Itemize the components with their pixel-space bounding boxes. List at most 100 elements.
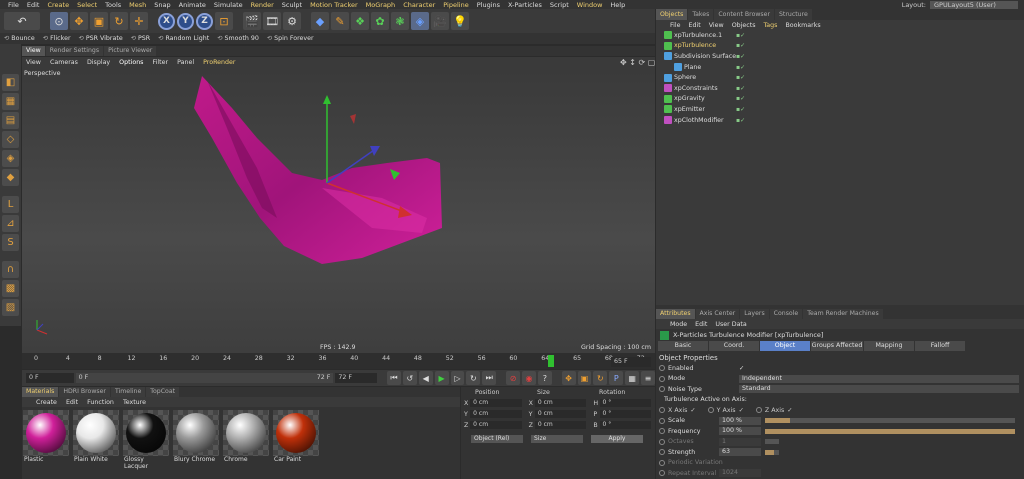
object-row[interactable]: xpEmitter ▪✓ xyxy=(656,104,1024,115)
timeline-end-field[interactable]: 65 F xyxy=(611,357,651,367)
menu-help[interactable]: Help xyxy=(606,1,629,9)
mat-menu-edit[interactable]: Edit xyxy=(66,399,78,406)
coord-position-field[interactable]: 0 cm xyxy=(470,410,522,418)
coord-rotation-field[interactable]: 0 ° xyxy=(599,410,652,418)
playhead[interactable] xyxy=(548,355,554,367)
vp-menu-prorender[interactable]: ProRender xyxy=(203,59,235,66)
subtab-coord[interactable]: Coord. xyxy=(709,341,759,351)
shortcut-random-light[interactable]: Random Light xyxy=(158,35,209,42)
shortcut-flicker[interactable]: Flicker xyxy=(43,35,70,42)
coord-size-dropdown[interactable]: Size xyxy=(531,435,583,443)
coord-size-field[interactable]: 0 cm xyxy=(534,410,587,418)
material-item[interactable]: Chrome xyxy=(223,410,269,470)
menu-file[interactable]: File xyxy=(4,1,23,9)
preview-range-slider[interactable]: 0 F 72 F xyxy=(75,373,334,383)
scene-object-icon[interactable]: ◈ xyxy=(411,12,429,30)
lock-workplane-icon[interactable]: ▨ xyxy=(2,299,19,316)
z-axis-checkbox[interactable]: ✓ xyxy=(787,407,792,414)
shortcut-bounce[interactable]: Bounce xyxy=(4,35,35,42)
mat-menu-create[interactable]: Create xyxy=(36,399,57,406)
menu-tools[interactable]: Tools xyxy=(101,1,125,9)
shortcut-psr-vibrate[interactable]: PSR Vibrate xyxy=(79,35,123,42)
scale-field[interactable]: 100 % xyxy=(719,416,761,425)
rotate-tool-icon[interactable]: ↻ xyxy=(110,12,128,30)
subtab-falloff[interactable]: Falloff xyxy=(915,341,965,351)
material-item[interactable]: Plain White xyxy=(73,410,119,470)
menu-create[interactable]: Create xyxy=(43,1,73,9)
workplane-icon[interactable]: ▤ xyxy=(2,112,19,129)
object-row[interactable]: Subdivision Surface ▪✓ xyxy=(656,51,1024,62)
material-item[interactable]: Plastic xyxy=(23,410,69,470)
record-keys-icon[interactable]: ⊘ xyxy=(506,371,521,385)
tab-takes[interactable]: Takes xyxy=(688,9,714,20)
object-row[interactable]: xpConstraints ▪✓ xyxy=(656,83,1024,94)
octaves-slider[interactable] xyxy=(765,439,779,445)
object-row[interactable]: xpTurbulence ▪✓ xyxy=(656,41,1024,52)
shortcut-spin-forever[interactable]: Spin Forever xyxy=(267,35,314,42)
menu-snap[interactable]: Snap xyxy=(150,1,174,9)
render-view-icon[interactable]: 🎬 xyxy=(243,12,261,30)
timeline-menu-icon[interactable]: ≡ xyxy=(641,371,655,385)
key-position-icon[interactable]: ✥ xyxy=(561,371,576,385)
object-visibility-checks[interactable]: ▪✓ xyxy=(736,42,745,49)
tab-view[interactable]: View xyxy=(22,46,45,56)
next-frame-icon[interactable]: ▷ xyxy=(450,371,465,385)
mode-dropdown[interactable]: Independent xyxy=(739,374,1019,383)
menu-x-particles[interactable]: X-Particles xyxy=(504,1,546,9)
tab-team-render[interactable]: Team Render Machines xyxy=(803,309,883,319)
obj-menu-objects[interactable]: Objects xyxy=(732,22,756,29)
menu-select[interactable]: Select xyxy=(73,1,101,9)
camera-icon[interactable]: 🎥 xyxy=(431,12,449,30)
tab-render-settings[interactable]: Render Settings xyxy=(45,46,104,56)
auto-key-icon[interactable]: ◉ xyxy=(522,371,536,385)
vp-menu-options[interactable]: Options xyxy=(119,59,143,66)
material-item[interactable]: Blury Chrome xyxy=(173,410,219,470)
strength-field[interactable]: 63 xyxy=(719,448,761,457)
vp-menu-filter[interactable]: Filter xyxy=(152,59,168,66)
vp-menu-display[interactable]: Display xyxy=(87,59,110,66)
pen-spline-icon[interactable]: ✎ xyxy=(331,12,349,30)
menu-window[interactable]: Window xyxy=(573,1,607,9)
attr-menu-user-data[interactable]: User Data xyxy=(715,321,746,328)
play-icon[interactable]: ▶ xyxy=(434,371,449,385)
coord-rotation-field[interactable]: 0 ° xyxy=(599,399,652,407)
cube-object-icon[interactable]: ◆ xyxy=(311,12,329,30)
object-visibility-checks[interactable]: ▪✓ xyxy=(736,85,745,92)
coordinate-system-icon[interactable]: ⊡ xyxy=(215,12,233,30)
menu-character[interactable]: Character xyxy=(399,1,439,9)
deformer-icon[interactable]: ❃ xyxy=(391,12,409,30)
subtab-mapping[interactable]: Mapping xyxy=(864,341,914,351)
menu-simulate[interactable]: Simulate xyxy=(210,1,247,9)
render-settings-icon[interactable]: ⚙ xyxy=(283,12,301,30)
octaves-field[interactable]: 1 xyxy=(719,437,761,446)
object-row[interactable]: Plane ▪✓ xyxy=(656,62,1024,73)
layout-dropdown[interactable]: GPULayout5 (User) xyxy=(930,0,1018,9)
undo-icon[interactable]: ↶ xyxy=(4,12,40,30)
coord-rotation-field[interactable]: 0 ° xyxy=(599,421,652,429)
obj-menu-bookmarks[interactable]: Bookmarks xyxy=(785,22,820,29)
menu-mesh[interactable]: Mesh xyxy=(125,1,150,9)
start-frame-field[interactable]: 0 F xyxy=(26,373,74,383)
prev-frame-icon[interactable]: ◀ xyxy=(418,371,433,385)
coord-size-field[interactable]: 0 cm xyxy=(534,421,587,429)
material-item[interactable]: Glossy Lacquer xyxy=(123,410,169,470)
axis-mode-icon[interactable]: L xyxy=(2,196,19,213)
vp-menu-panel[interactable]: Panel xyxy=(177,59,194,66)
scale-slider[interactable] xyxy=(765,418,1015,424)
coord-size-field[interactable]: 0 cm xyxy=(534,399,587,407)
object-visibility-checks[interactable]: ▪✓ xyxy=(736,74,745,81)
render-picture-icon[interactable]: 🎞 xyxy=(263,12,281,30)
obj-menu-view[interactable]: View xyxy=(709,22,724,29)
snapping-icon[interactable]: S xyxy=(2,234,19,251)
tweak-mode-icon[interactable]: ⊿ xyxy=(2,215,19,232)
tab-axis-center[interactable]: Axis Center xyxy=(695,309,740,319)
key-rotation-icon[interactable]: ↻ xyxy=(593,371,608,385)
strength-slider[interactable] xyxy=(765,449,779,455)
frequency-slider[interactable] xyxy=(765,428,1015,434)
edges-mode-icon[interactable]: ◈ xyxy=(2,150,19,167)
select-tool-icon[interactable]: ⊙ xyxy=(50,12,68,30)
object-row[interactable]: xpGravity ▪✓ xyxy=(656,94,1024,105)
timeline-ruler[interactable]: 0481216202428323640444852566064656872 65… xyxy=(22,353,655,369)
goto-start-icon[interactable]: ⏮ xyxy=(387,371,401,385)
texture-mode-icon[interactable]: ▦ xyxy=(2,93,19,110)
